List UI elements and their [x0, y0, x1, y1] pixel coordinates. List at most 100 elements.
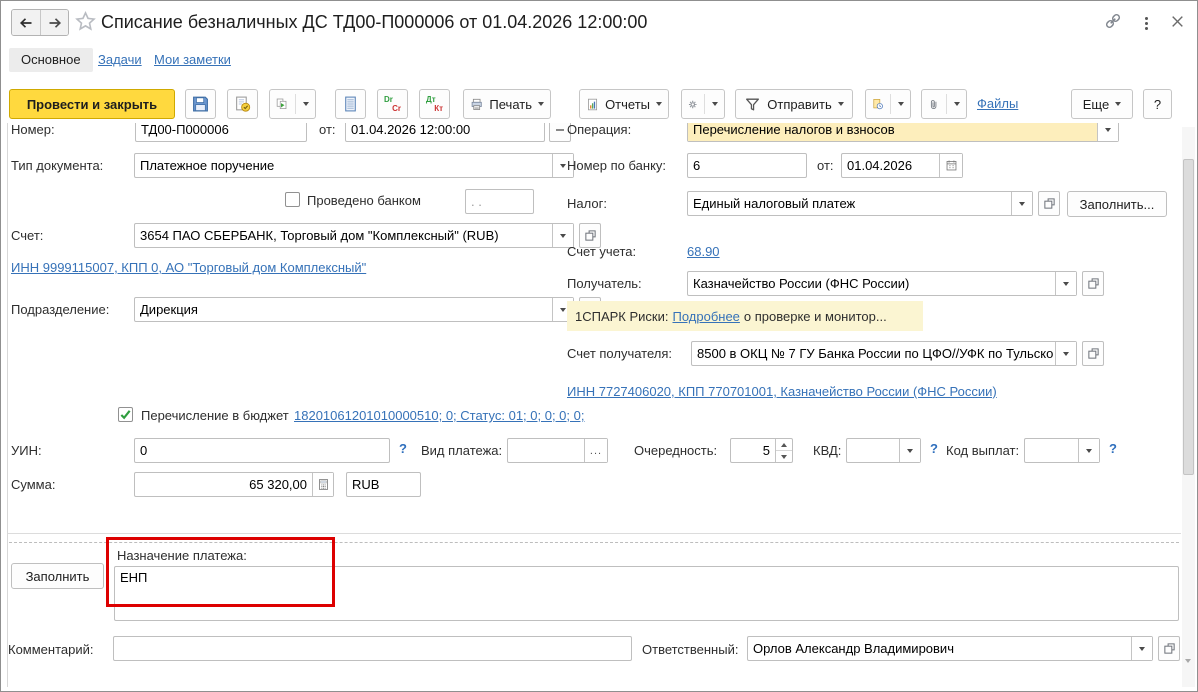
bank-posted-checkbox[interactable] [285, 192, 300, 207]
post-document-button[interactable] [227, 89, 258, 119]
calendar-button[interactable] [939, 154, 962, 177]
forward-button[interactable] [40, 10, 68, 35]
tax-label: Налог: [567, 196, 607, 211]
close-icon[interactable] [1170, 14, 1185, 34]
document-clock-icon [873, 99, 883, 110]
spark-details-link[interactable]: Подробнее [672, 309, 739, 324]
fill-purpose-button[interactable]: Заполнить [11, 563, 104, 589]
dropdown-button[interactable] [1131, 637, 1152, 660]
favorite-star-icon[interactable] [74, 10, 97, 38]
open-responsible-button[interactable] [1158, 636, 1180, 661]
operation-field[interactable]: Перечисление налогов и взносов [687, 123, 1119, 142]
payer-inn-link[interactable]: ИНН 9999115007, КПП 0, АО "Торговый дом … [11, 260, 366, 275]
form-left-border [7, 123, 8, 687]
dropdown-caret-icon[interactable] [303, 102, 309, 106]
account-field[interactable]: 3654 ПАО СБЕРБАНК, Торговый дом "Комплек… [134, 223, 574, 248]
more-actions-button[interactable]: Еще [1071, 89, 1133, 119]
payment-kind-field[interactable]: ... [507, 438, 608, 463]
recipient-label: Получатель: [567, 276, 642, 291]
send-button[interactable]: Отправить [735, 89, 853, 119]
dropdown-caret-icon[interactable] [538, 102, 544, 106]
calculator-icon [318, 479, 328, 490]
kvd-field[interactable] [846, 438, 921, 463]
priority-spinner[interactable] [775, 439, 792, 462]
settings-button[interactable] [681, 89, 725, 119]
calculator-button[interactable] [312, 473, 333, 496]
tab-tasks[interactable]: Задачи [98, 52, 142, 67]
bank-posted-date-field[interactable]: . . [465, 189, 534, 214]
number-field[interactable]: ТД00-П000006 [135, 123, 307, 142]
date-time-field[interactable]: 01.04.2026 12:00:00 [345, 123, 545, 142]
scrollbar-thumb[interactable] [1183, 159, 1194, 475]
more-menu-icon[interactable] [1145, 17, 1148, 30]
payment-purpose-textarea[interactable]: ЕНП [114, 566, 1179, 621]
dropdown-button[interactable] [899, 439, 920, 462]
doc-type-field[interactable]: Платежное поручение [134, 153, 574, 178]
dr-cr-button[interactable]: Dr Cr [377, 89, 408, 119]
bank-date-from-label: от: [817, 158, 834, 173]
schedule-document-button[interactable] [865, 89, 911, 119]
dropdown-caret-icon[interactable] [1115, 102, 1122, 106]
dash-icon [556, 128, 564, 131]
open-recipient-account-button[interactable] [1082, 341, 1104, 366]
attachments-button[interactable] [921, 89, 967, 119]
tab-main[interactable]: Основное [9, 48, 93, 72]
responsible-label: Ответственный: [642, 642, 739, 657]
priority-field[interactable]: 5 [730, 438, 793, 463]
arrow-right-icon [49, 17, 61, 28]
tax-field[interactable]: Единый налоговый платеж [687, 191, 1033, 216]
post-and-close-button[interactable]: Провести и закрыть [9, 89, 175, 119]
accounting-account-link[interactable]: 68.90 [687, 244, 720, 259]
currency-field[interactable]: RUB [346, 472, 421, 497]
reports-button[interactable]: Отчеты [579, 89, 669, 119]
recipient-field[interactable]: Казначейство России (ФНС России) [687, 271, 1077, 296]
budget-details-link[interactable]: 18201061201010000510; 0; Статус: 01; 0; … [294, 408, 584, 423]
kvd-help-icon[interactable]: ? [930, 441, 938, 456]
save-button[interactable] [185, 89, 216, 119]
dropdown-caret-icon[interactable] [837, 102, 844, 106]
dt-kt-button[interactable]: Дт Кт [419, 89, 450, 119]
responsible-field[interactable]: Орлов Александр Владимирович [747, 636, 1153, 661]
get-link-icon[interactable] [1103, 11, 1123, 36]
payout-code-help-icon[interactable]: ? [1109, 441, 1117, 456]
history-nav [11, 9, 69, 36]
choose-button[interactable]: ... [584, 439, 607, 462]
amount-label: Сумма: [11, 477, 56, 492]
back-button[interactable] [12, 10, 40, 35]
dropdown-caret-icon[interactable] [954, 102, 960, 106]
open-recipient-button[interactable] [1082, 271, 1104, 296]
comment-field[interactable] [113, 636, 632, 661]
splitter-handle[interactable] [9, 542, 1179, 543]
dropdown-button[interactable] [1055, 342, 1076, 365]
dropdown-caret-icon[interactable] [656, 102, 662, 106]
arrow-left-icon [19, 17, 32, 28]
vertical-scrollbar[interactable] [1182, 127, 1195, 687]
fill-tax-button[interactable]: Заполнить... [1067, 191, 1167, 217]
payout-code-field[interactable] [1024, 438, 1100, 463]
create-based-on-button[interactable] [269, 89, 316, 119]
dropdown-button[interactable] [1055, 272, 1076, 295]
scroll-down-icon[interactable] [1185, 659, 1191, 681]
dropdown-button[interactable] [1097, 123, 1118, 141]
bank-date-field[interactable]: 01.04.2026 [841, 153, 963, 178]
dropdown-button[interactable] [1011, 192, 1032, 215]
recipient-account-field[interactable]: 8500 в ОКЦ № 7 ГУ Банка России по ЦФО//У… [691, 341, 1077, 366]
amount-field[interactable]: 65 320,00 [134, 472, 334, 497]
bank-number-label: Номер по банку: [567, 158, 667, 173]
uin-field[interactable]: 0 [134, 438, 390, 463]
dropdown-caret-icon[interactable] [712, 102, 718, 106]
open-tax-button[interactable] [1038, 191, 1060, 216]
dropdown-button[interactable] [1078, 439, 1099, 462]
bank-number-field[interactable]: 6 [687, 153, 807, 178]
uin-help-icon[interactable]: ? [399, 441, 407, 456]
budget-transfer-checkbox[interactable] [118, 407, 133, 422]
registers-button[interactable] [335, 89, 366, 119]
division-field[interactable]: Дирекция [134, 297, 574, 322]
check-icon [120, 410, 131, 420]
print-button[interactable]: Печать [463, 89, 551, 119]
recipient-inn-link[interactable]: ИНН 7727406020, КПП 770701001, Казначейс… [567, 384, 997, 399]
dropdown-caret-icon[interactable] [898, 102, 904, 106]
tab-my-notes[interactable]: Мои заметки [154, 52, 231, 67]
files-link[interactable]: Файлы [977, 96, 1018, 111]
help-button[interactable]: ? [1143, 89, 1172, 119]
